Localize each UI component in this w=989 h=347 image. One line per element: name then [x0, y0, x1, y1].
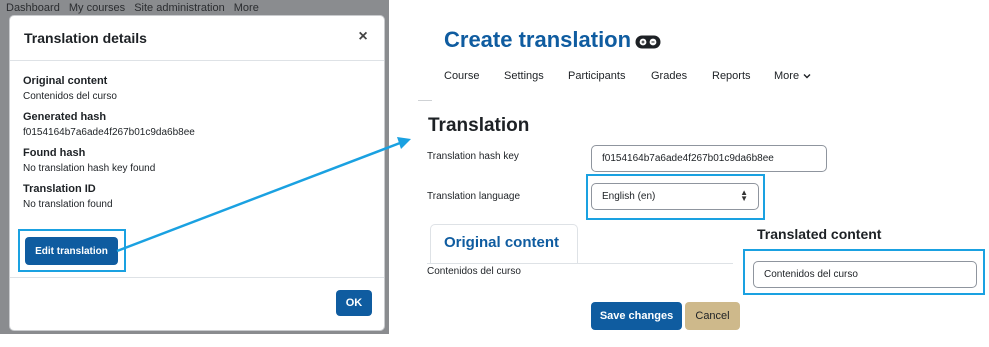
- select-caret-icon: ▲ ▼: [740, 188, 748, 203]
- ok-button[interactable]: OK: [336, 290, 372, 316]
- detail-value: Contenidos del curso: [23, 91, 117, 102]
- translation-details-modal: Translation details × Original content C…: [9, 15, 385, 331]
- backdrop-nav-item: Site administration: [134, 2, 225, 14]
- detail-generated-hash: Generated hash f0154164b7a6ade4f267b01c9…: [23, 110, 373, 140]
- nav-settings[interactable]: Settings: [504, 70, 544, 82]
- backdrop-navbar: Dashboard My courses Site administration…: [6, 2, 386, 14]
- chevron-down-icon: [803, 74, 811, 79]
- detail-value: No translation found: [23, 199, 113, 210]
- accessibility-badge-icon: [635, 35, 661, 49]
- hash-key-input[interactable]: [591, 145, 827, 172]
- edit-translation-button[interactable]: Edit translation: [25, 237, 118, 265]
- nav-more-label: More: [774, 70, 800, 82]
- hash-key-label: Translation hash key: [427, 151, 519, 162]
- modal-footer: OK: [10, 277, 384, 330]
- detail-original-content: Original content Contenidos del curso: [23, 74, 373, 104]
- page-title: Create translation: [444, 27, 632, 52]
- translated-content-title: Translated content: [757, 226, 882, 242]
- translated-content-input[interactable]: [753, 261, 977, 288]
- nav-participants[interactable]: Participants: [568, 70, 625, 82]
- detail-label: Generated hash: [23, 111, 107, 123]
- detail-translation-id: Translation ID No translation found: [23, 182, 373, 212]
- detail-value: No translation hash key found: [23, 163, 156, 174]
- language-selected-value: English (en): [602, 191, 656, 202]
- save-changes-button[interactable]: Save changes: [591, 302, 682, 330]
- modal-body: Original content Contenidos del curso Ge…: [23, 74, 373, 218]
- section-title: Translation: [428, 115, 530, 136]
- nav-course[interactable]: Course: [444, 70, 479, 82]
- close-icon[interactable]: ×: [354, 28, 372, 46]
- tab-original-content[interactable]: Original content: [430, 224, 578, 264]
- original-content-text: Contenidos del curso: [427, 266, 521, 277]
- detail-label: Original content: [23, 75, 108, 87]
- edit-translation-highlight: Edit translation: [18, 229, 126, 272]
- tab-original-content-label: Original content: [444, 234, 560, 251]
- modal-backdrop: Dashboard My courses Site administration…: [0, 0, 389, 334]
- nav-grades[interactable]: Grades: [651, 70, 687, 82]
- language-label: Translation language: [427, 191, 521, 202]
- detail-found-hash: Found hash No translation hash key found: [23, 146, 373, 176]
- backdrop-nav-item: More: [233, 2, 259, 14]
- nav-divider: [418, 100, 432, 101]
- tab-underline: [427, 263, 733, 264]
- arrow-head: [397, 137, 411, 149]
- nav-reports[interactable]: Reports: [712, 70, 751, 82]
- nav-more[interactable]: More: [774, 70, 811, 82]
- cancel-button[interactable]: Cancel: [685, 302, 740, 330]
- language-select[interactable]: English (en) ▲ ▼: [591, 183, 759, 210]
- modal-header: Translation details ×: [10, 16, 384, 61]
- detail-label: Translation ID: [23, 183, 96, 195]
- backdrop-nav-item: My courses: [68, 2, 126, 14]
- detail-value: f0154164b7a6ade4f267b01c9da6b8ee: [23, 127, 195, 138]
- detail-label: Found hash: [23, 147, 86, 159]
- backdrop-nav-item: Dashboard: [6, 2, 60, 14]
- modal-title: Translation details: [24, 30, 147, 46]
